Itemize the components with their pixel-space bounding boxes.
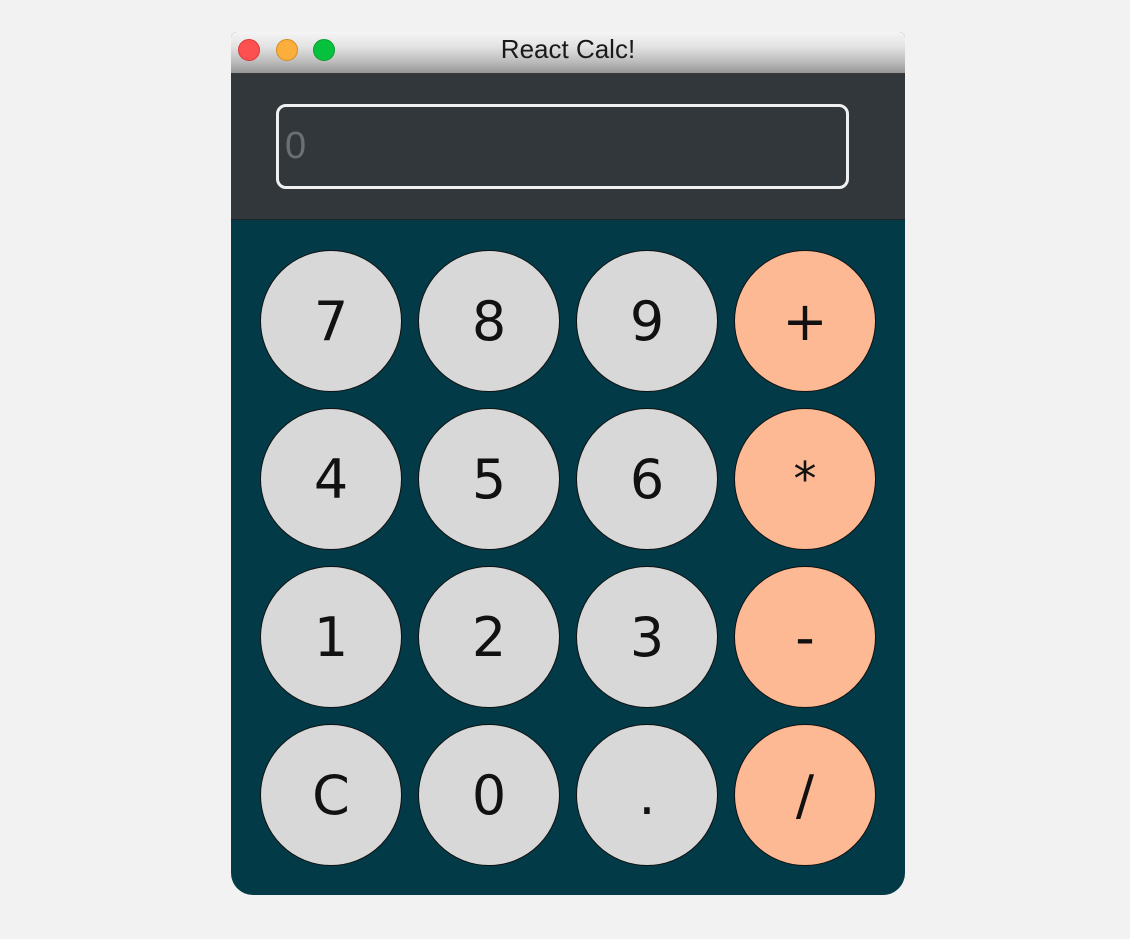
key-divide[interactable]: / (734, 724, 876, 866)
key-7[interactable]: 7 (260, 250, 402, 392)
key-0[interactable]: 0 (418, 724, 560, 866)
key-6[interactable]: 6 (576, 408, 718, 550)
key-multiply[interactable]: * (734, 408, 876, 550)
key-2[interactable]: 2 (418, 566, 560, 708)
key-minus[interactable]: - (734, 566, 876, 708)
calculator-display-input[interactable] (276, 104, 849, 189)
key-8[interactable]: 8 (418, 250, 560, 392)
key-decimal[interactable]: . (576, 724, 718, 866)
key-5[interactable]: 5 (418, 408, 560, 550)
title-bar: React Calc! (231, 32, 905, 74)
key-9[interactable]: 9 (576, 250, 718, 392)
key-plus[interactable]: + (734, 250, 876, 392)
key-3[interactable]: 3 (576, 566, 718, 708)
keypad: 7 8 9 + 4 5 6 * 1 2 3 - C 0 . / (231, 220, 905, 895)
key-1[interactable]: 1 (260, 566, 402, 708)
window-title: React Calc! (500, 34, 636, 64)
display-panel (231, 74, 905, 220)
key-4[interactable]: 4 (260, 408, 402, 550)
key-clear[interactable]: C (260, 724, 402, 866)
calculator-window: React Calc! 7 8 9 + 4 5 6 * 1 2 3 - C 0 … (231, 32, 905, 895)
